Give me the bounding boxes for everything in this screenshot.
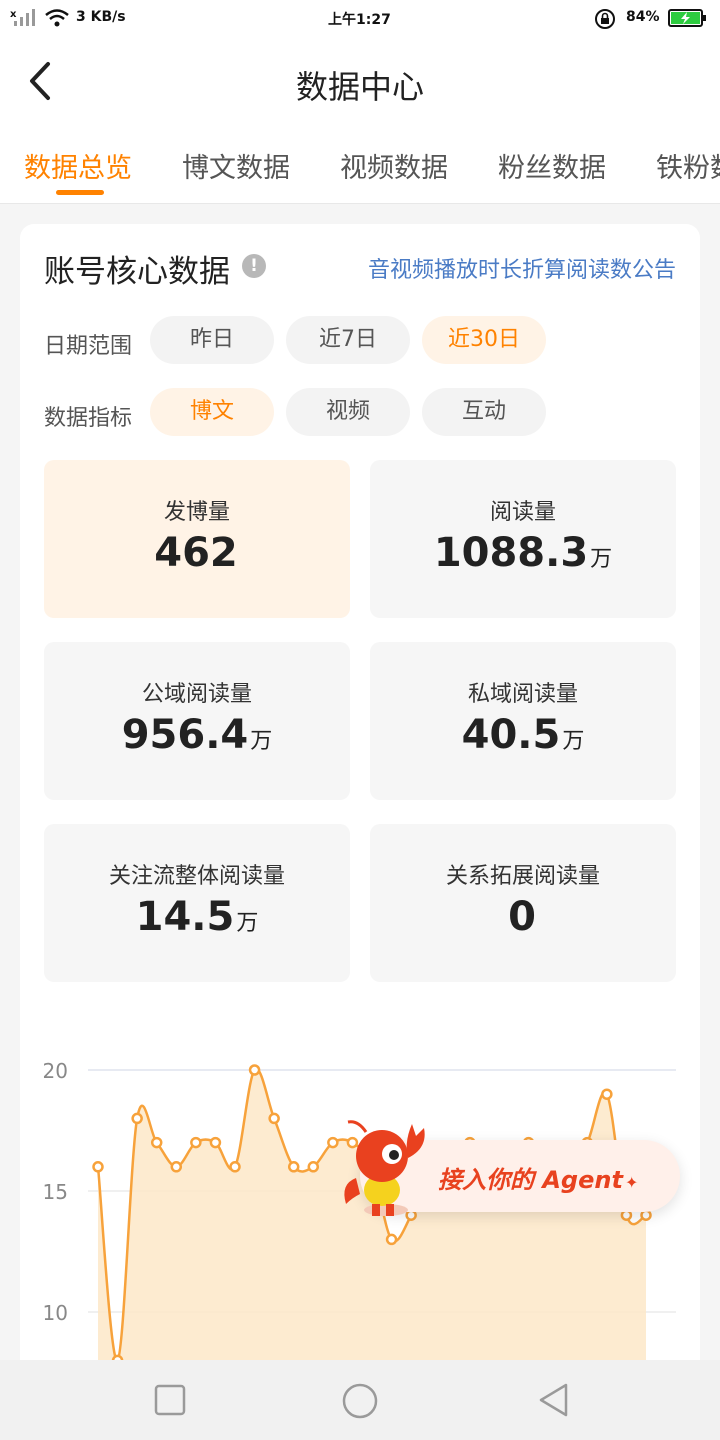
section-title: 账号核心数据 xyxy=(44,254,230,290)
date-chip-yesterday[interactable]: 昨日 xyxy=(150,316,274,364)
battery-icon xyxy=(668,9,706,27)
metric-chip-interaction[interactable]: 互动 xyxy=(422,388,546,436)
y-tick-label: 20 xyxy=(43,1059,68,1083)
data-point xyxy=(150,1136,163,1149)
date-range-label: 日期范围 xyxy=(44,334,133,359)
battery-percent: 84% xyxy=(626,9,660,25)
home-icon[interactable] xyxy=(341,1382,379,1420)
notice-link[interactable]: 音视频播放时长折算阅读数公告 xyxy=(368,252,676,284)
status-time: 上午1:27 xyxy=(328,12,391,28)
metric-chip-video[interactable]: 视频 xyxy=(286,388,410,436)
stat-label: 公域阅读量 xyxy=(141,682,252,707)
stat-value: 1088.3万 xyxy=(433,530,613,576)
active-tab-indicator xyxy=(56,190,104,195)
stat-value: 0 xyxy=(508,894,536,940)
y-tick-label: 10 xyxy=(43,1301,68,1325)
tab-iron-fans-data[interactable]: 铁粉数据 xyxy=(656,146,720,185)
recent-apps-icon[interactable] xyxy=(154,1384,186,1416)
data-point xyxy=(307,1161,320,1173)
stat-label: 发博量 xyxy=(163,500,230,525)
stat-value: 462 xyxy=(154,530,238,576)
tab-overview[interactable]: 数据总览 xyxy=(24,146,132,185)
data-point xyxy=(248,1064,261,1076)
stat-value: 14.5万 xyxy=(135,894,259,940)
stat-label: 关系拓展阅读量 xyxy=(445,864,600,889)
data-point xyxy=(209,1136,222,1149)
tab-post-data[interactable]: 博文数据 xyxy=(182,146,290,185)
stat-value: 956.4万 xyxy=(121,712,273,758)
date-chip-7days[interactable]: 近7日 xyxy=(286,316,410,364)
stat-label: 阅读量 xyxy=(489,500,556,525)
data-point xyxy=(92,1161,104,1173)
data-point xyxy=(190,1136,202,1149)
data-point xyxy=(131,1112,143,1125)
data-point xyxy=(640,1209,652,1221)
wifi-icon xyxy=(45,9,69,27)
data-point xyxy=(268,1112,280,1125)
y-tick-label: 15 xyxy=(43,1180,68,1204)
stat-card-public-reads[interactable]: 公域阅读量 956.4万 xyxy=(44,642,350,800)
data-point xyxy=(620,1209,633,1221)
stat-card-posts[interactable]: 发博量 462 xyxy=(44,460,350,618)
stat-card-relation-reads[interactable]: 关系拓展阅读量 0 xyxy=(370,824,676,982)
svg-text:x: x xyxy=(10,9,17,20)
stat-card-follow-feed-reads[interactable]: 关注流整体阅读量 14.5万 xyxy=(44,824,350,982)
status-bar: x 3 KB/s 上午1:27 84% xyxy=(0,0,720,36)
stat-value: 40.5万 xyxy=(461,712,585,758)
network-speed: 3 KB/s xyxy=(76,9,126,25)
data-point xyxy=(287,1161,300,1173)
date-chip-30days[interactable]: 近30日 xyxy=(422,316,546,364)
back-triangle-icon[interactable] xyxy=(536,1382,572,1418)
metric-label: 数据指标 xyxy=(44,406,133,431)
top-nav: 数据中心 xyxy=(0,36,720,128)
stat-card-reads[interactable]: 阅读量 1088.3万 xyxy=(370,460,676,618)
data-point xyxy=(170,1161,183,1173)
data-point xyxy=(601,1088,613,1100)
rotation-lock-icon xyxy=(595,9,615,29)
tab-video-data[interactable]: 视频数据 xyxy=(340,146,448,185)
metric-chip-posts[interactable]: 博文 xyxy=(150,388,274,436)
signal-icon: x xyxy=(10,9,35,26)
tab-bar: 数据总览 博文数据 视频数据 粉丝数据 铁粉数据 xyxy=(0,128,720,204)
stat-card-private-reads[interactable]: 私域阅读量 40.5万 xyxy=(370,642,676,800)
stat-label: 关注流整体阅读量 xyxy=(108,864,285,889)
system-nav-bar xyxy=(0,1360,720,1440)
tab-fans-data[interactable]: 粉丝数据 xyxy=(498,146,606,185)
lobster-mascot-icon[interactable] xyxy=(338,1118,438,1222)
data-point xyxy=(385,1233,398,1246)
data-point xyxy=(229,1161,241,1173)
agent-banner-text: 接入你的 Agent ✦ xyxy=(438,1166,639,1194)
data-point xyxy=(327,1136,339,1149)
info-icon[interactable]: ! xyxy=(242,254,266,278)
stat-label: 私域阅读量 xyxy=(467,682,578,707)
page-title: 数据中心 xyxy=(295,68,424,106)
